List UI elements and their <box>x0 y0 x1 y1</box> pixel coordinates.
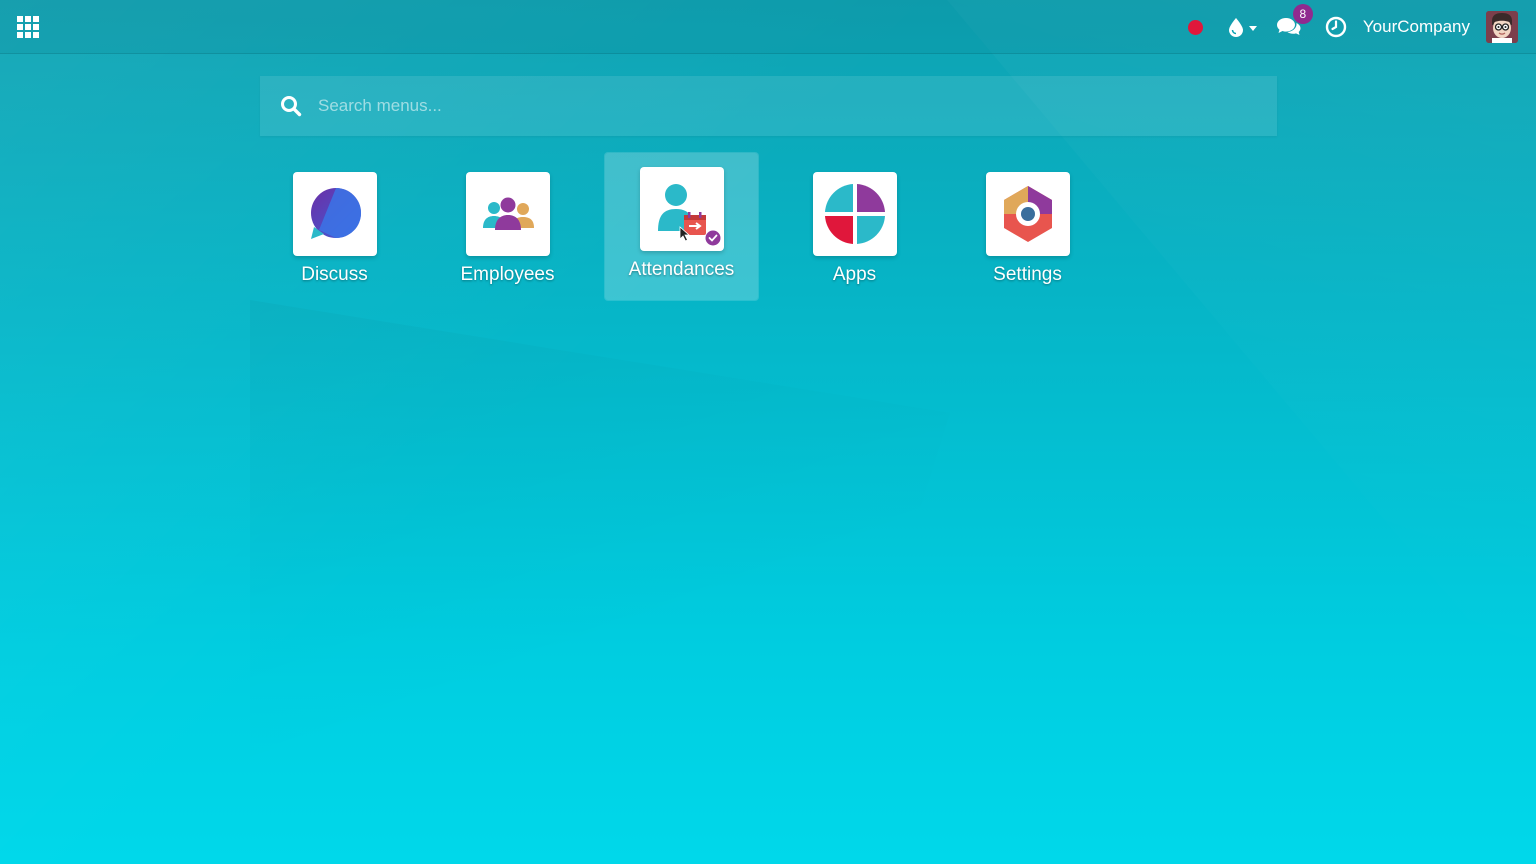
app-label: Attendances <box>628 259 735 280</box>
attendances-icon <box>640 167 724 251</box>
background-facet <box>250 300 950 864</box>
app-attendances[interactable]: Attendances <box>605 153 758 300</box>
activities-button[interactable] <box>1325 16 1347 38</box>
app-label: Settings <box>993 264 1062 285</box>
apps-menu-button[interactable] <box>16 15 40 39</box>
avatar-icon <box>1486 11 1518 43</box>
navbar-systray: 8 YourCompany <box>1187 0 1518 54</box>
employees-icon <box>466 172 550 256</box>
droplet-icon <box>1228 17 1243 37</box>
apps-icon <box>813 172 897 256</box>
user-menu-button[interactable]: YourCompany <box>1363 11 1518 43</box>
app-apps[interactable]: Apps <box>778 153 931 300</box>
messages-button[interactable]: 8 <box>1276 4 1313 37</box>
debug-menu-button[interactable] <box>1228 17 1257 37</box>
messages-count-badge: 8 <box>1292 4 1313 24</box>
recording-indicator[interactable] <box>1187 19 1229 35</box>
search-icon <box>280 95 302 117</box>
record-dot-icon <box>1187 19 1203 35</box>
clock-icon <box>1325 16 1347 38</box>
app-label: Employees <box>460 264 555 285</box>
grid-icon <box>17 16 39 38</box>
top-navbar: 8 YourCompany <box>0 0 1536 54</box>
search-bar <box>260 76 1277 136</box>
company-name: YourCompany <box>1362 17 1470 36</box>
search-input[interactable] <box>316 85 1277 127</box>
chevron-down-icon <box>1248 25 1257 31</box>
app-label: Discuss <box>301 264 368 285</box>
settings-icon <box>986 172 1070 256</box>
app-employees[interactable]: Employees <box>431 153 584 300</box>
discuss-icon <box>293 172 377 256</box>
app-label: Apps <box>832 264 877 285</box>
app-settings[interactable]: Settings <box>951 153 1104 300</box>
app-discuss[interactable]: Discuss <box>258 153 411 300</box>
